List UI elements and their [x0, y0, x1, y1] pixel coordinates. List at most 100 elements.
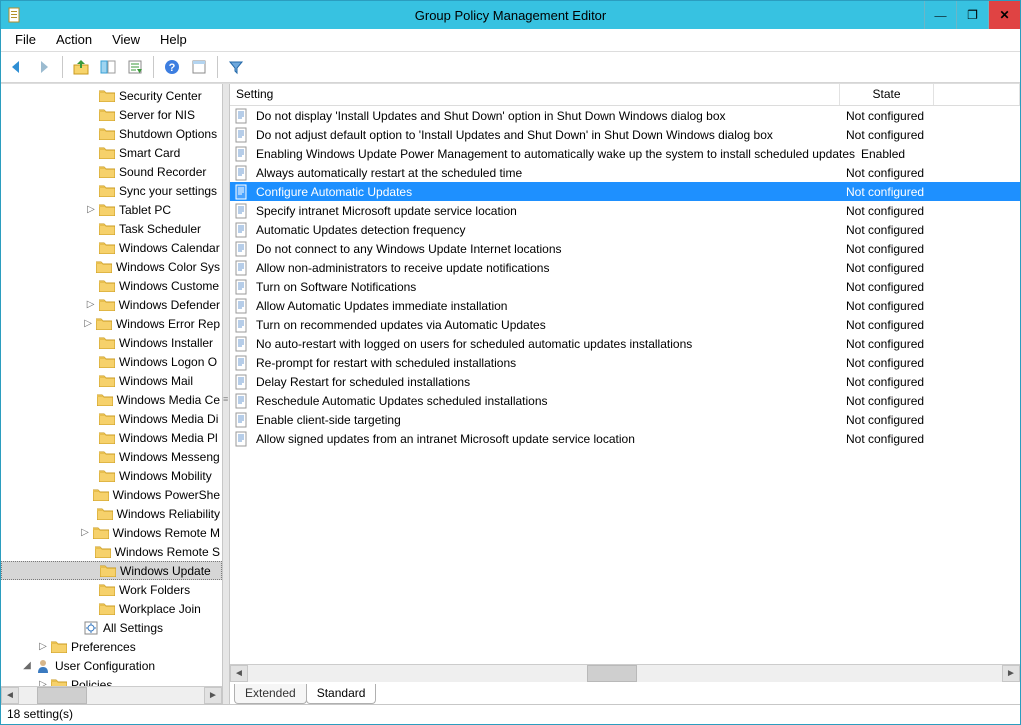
tree-item[interactable]: Windows Media Pl — [1, 428, 222, 447]
filter-button[interactable] — [224, 55, 248, 79]
list-row[interactable]: Turn on Software NotificationsNot config… — [230, 277, 1020, 296]
list-row[interactable]: Automatic Updates detection frequencyNot… — [230, 220, 1020, 239]
tree-item[interactable]: Security Center — [1, 86, 222, 105]
column-state[interactable]: State — [840, 84, 934, 105]
tree-item[interactable]: All Settings — [1, 618, 222, 637]
status-bar: 18 setting(s) — [1, 704, 1020, 724]
properties-button[interactable] — [187, 55, 211, 79]
tab-extended[interactable]: Extended — [234, 684, 307, 704]
tree-item[interactable]: Windows Logon O — [1, 352, 222, 371]
tree-item-label: Windows Messeng — [119, 450, 220, 464]
list-row[interactable]: Delay Restart for scheduled installation… — [230, 372, 1020, 391]
tree-item[interactable]: Windows Custome — [1, 276, 222, 295]
expand-icon[interactable]: ◢ — [21, 660, 33, 672]
list-row[interactable]: Allow non-administrators to receive upda… — [230, 258, 1020, 277]
back-button[interactable] — [5, 55, 29, 79]
list-row[interactable]: Specify intranet Microsoft update servic… — [230, 201, 1020, 220]
list-row[interactable]: No auto-restart with logged on users for… — [230, 334, 1020, 353]
maximize-button[interactable]: ❐ — [956, 1, 988, 29]
tree-item[interactable]: ◢User Configuration — [1, 656, 222, 675]
column-spare[interactable] — [934, 84, 1020, 105]
splitter[interactable] — [223, 84, 230, 704]
tree-item[interactable]: ▷Windows Remote M — [1, 523, 222, 542]
tree-item[interactable]: ▷Tablet PC — [1, 200, 222, 219]
scroll-left-icon[interactable]: ◄ — [230, 665, 248, 682]
showhide-tree-button[interactable] — [96, 55, 120, 79]
tree-item[interactable]: Windows Media Ce — [1, 390, 222, 409]
tree-view[interactable]: Security CenterServer for NISShutdown Op… — [1, 84, 222, 686]
list-hscroll[interactable]: ◄ ► — [230, 664, 1020, 682]
list-row[interactable]: Enabling Windows Update Power Management… — [230, 144, 1020, 163]
tree-item[interactable]: Windows PowerShe — [1, 485, 222, 504]
tree-item[interactable]: Smart Card — [1, 143, 222, 162]
menu-help[interactable]: Help — [150, 30, 197, 49]
expand-icon[interactable]: ▷ — [37, 679, 49, 687]
tree-item[interactable]: Work Folders — [1, 580, 222, 599]
minimize-button[interactable]: — — [924, 1, 956, 29]
expand-icon — [85, 375, 97, 387]
tree-item[interactable]: Windows Calendar — [1, 238, 222, 257]
list-row[interactable]: Always automatically restart at the sche… — [230, 163, 1020, 182]
policy-icon — [234, 298, 250, 314]
list-row[interactable]: Enable client-side targetingNot configur… — [230, 410, 1020, 429]
scroll-right-icon[interactable]: ► — [1002, 665, 1020, 682]
setting-name: Configure Automatic Updates — [256, 185, 412, 199]
list-row[interactable]: Allow Automatic Updates immediate instal… — [230, 296, 1020, 315]
expand-icon — [85, 603, 97, 615]
tree-item[interactable]: Task Scheduler — [1, 219, 222, 238]
tree-item[interactable]: Windows Update — [1, 561, 222, 580]
tree-item[interactable]: Workplace Join — [1, 599, 222, 618]
list-row[interactable]: Re-prompt for restart with scheduled ins… — [230, 353, 1020, 372]
setting-state: Not configured — [840, 413, 934, 427]
tree-item[interactable]: Windows Reliability — [1, 504, 222, 523]
titlebar[interactable]: Group Policy Management Editor — ❐ ✕ — [1, 1, 1020, 29]
tree-hscroll[interactable]: ◄ ► — [1, 686, 222, 704]
list-row[interactable]: Allow signed updates from an intranet Mi… — [230, 429, 1020, 448]
tree-item[interactable]: Server for NIS — [1, 105, 222, 124]
tree-item[interactable]: ▷Windows Defender — [1, 295, 222, 314]
list-row[interactable]: Turn on recommended updates via Automati… — [230, 315, 1020, 334]
tree-item[interactable]: Windows Messeng — [1, 447, 222, 466]
tab-standard[interactable]: Standard — [306, 684, 377, 704]
tree-item[interactable]: Windows Color Sys — [1, 257, 222, 276]
forward-button[interactable] — [32, 55, 56, 79]
list-row[interactable]: Reschedule Automatic Updates scheduled i… — [230, 391, 1020, 410]
expand-icon[interactable]: ▷ — [82, 318, 94, 330]
list-row[interactable]: Configure Automatic UpdatesNot configure… — [230, 182, 1020, 201]
folder-icon — [99, 431, 115, 444]
menu-file[interactable]: File — [5, 30, 46, 49]
hscroll-thumb[interactable] — [587, 665, 637, 682]
tree-item[interactable]: Windows Installer — [1, 333, 222, 352]
tree-item[interactable]: ▷Windows Error Rep — [1, 314, 222, 333]
export-button[interactable] — [123, 55, 147, 79]
tree-item[interactable]: ▷Preferences — [1, 637, 222, 656]
list-row[interactable]: Do not display 'Install Updates and Shut… — [230, 106, 1020, 125]
help-button[interactable]: ? — [160, 55, 184, 79]
up-button[interactable] — [69, 55, 93, 79]
expand-icon[interactable]: ▷ — [85, 204, 97, 216]
tree-item[interactable]: Windows Mail — [1, 371, 222, 390]
tree-item[interactable]: Sync your settings — [1, 181, 222, 200]
scroll-left-icon[interactable]: ◄ — [1, 687, 19, 704]
expand-icon[interactable]: ▷ — [79, 527, 90, 539]
list-row[interactable]: Do not adjust default option to 'Install… — [230, 125, 1020, 144]
expand-icon[interactable]: ▷ — [37, 641, 49, 653]
list-view[interactable]: Do not display 'Install Updates and Shut… — [230, 106, 1020, 448]
policy-icon — [234, 146, 250, 162]
expand-icon[interactable]: ▷ — [85, 299, 97, 311]
list-row[interactable]: Do not connect to any Windows Update Int… — [230, 239, 1020, 258]
hscroll-thumb[interactable] — [37, 687, 87, 704]
scroll-right-icon[interactable]: ► — [204, 687, 222, 704]
tree-item[interactable]: Shutdown Options — [1, 124, 222, 143]
menu-action[interactable]: Action — [46, 30, 102, 49]
column-setting[interactable]: Setting — [230, 84, 840, 105]
menu-view[interactable]: View — [102, 30, 150, 49]
close-button[interactable]: ✕ — [988, 1, 1020, 29]
tree-item[interactable]: Windows Remote S — [1, 542, 222, 561]
tree-item[interactable]: Sound Recorder — [1, 162, 222, 181]
tree-item[interactable]: Windows Media Di — [1, 409, 222, 428]
policy-icon — [234, 127, 250, 143]
tree-item[interactable]: ▷Policies — [1, 675, 222, 686]
setting-name: Turn on Software Notifications — [256, 280, 416, 294]
tree-item[interactable]: Windows Mobility — [1, 466, 222, 485]
